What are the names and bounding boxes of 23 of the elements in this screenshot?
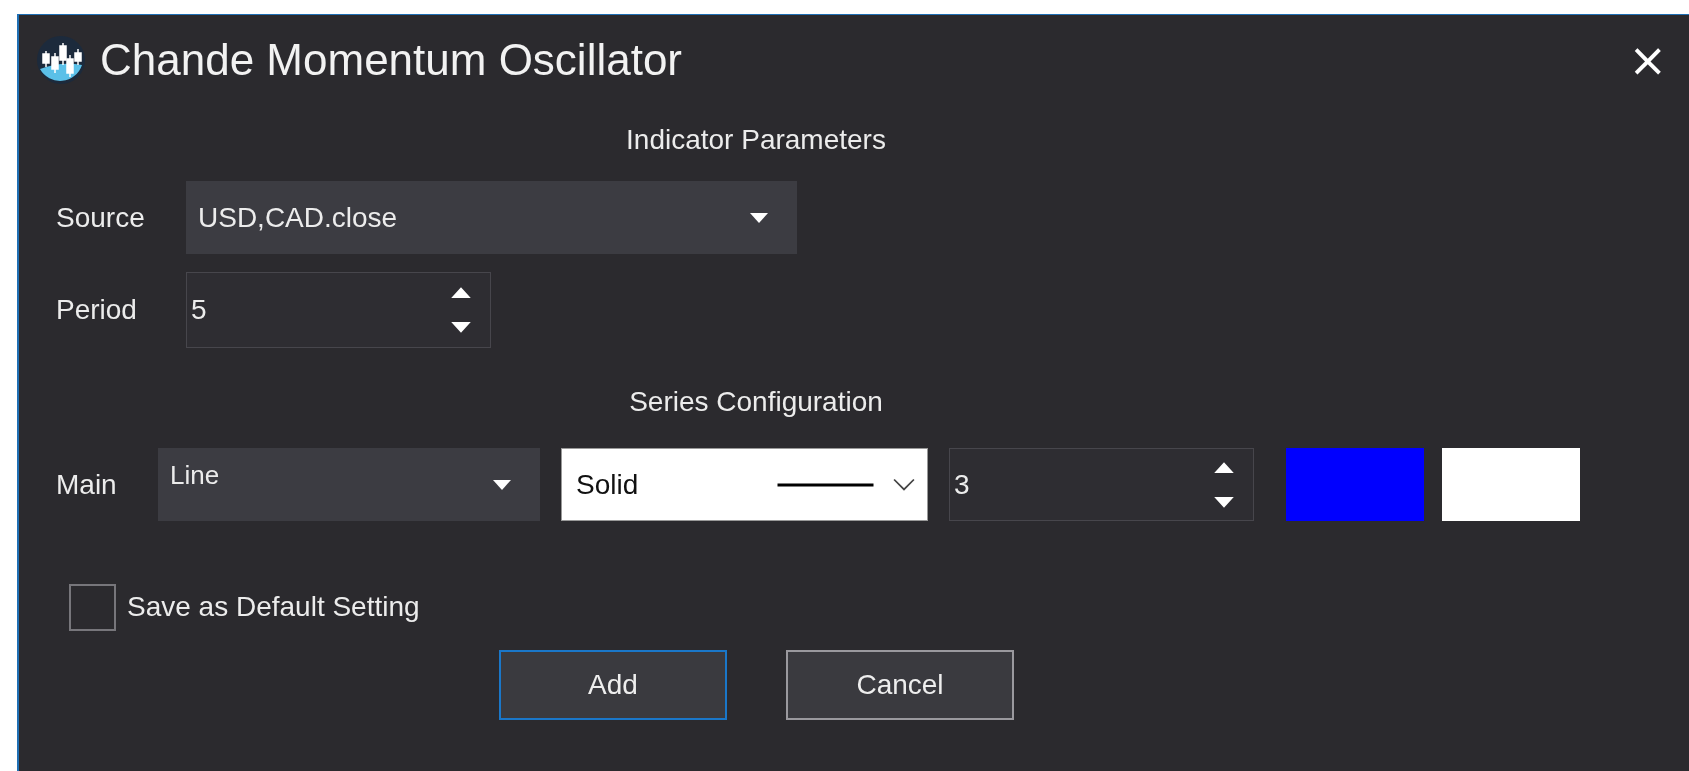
close-button[interactable]: × (1620, 36, 1675, 83)
checkbox[interactable] (69, 583, 116, 631)
section-heading: Indicator Parameters (626, 124, 886, 155)
line-style-dropdown[interactable]: Solid (561, 448, 928, 521)
chevron-icon (893, 477, 915, 492)
window-title: Chande Momentum Oscillator (100, 34, 682, 85)
caret-icon (749, 211, 769, 224)
source-dropdown[interactable]: USD,CAD.close (186, 181, 797, 254)
period-spinbox[interactable]: 5 (186, 272, 491, 348)
color-swatch[interactable] (1442, 448, 1580, 521)
field-label: Period (56, 294, 138, 326)
add-button[interactable]: Add (499, 650, 727, 720)
candlestick-logo-icon (36, 34, 86, 85)
series-type-dropdown[interactable]: Line (158, 448, 540, 521)
color-swatch[interactable] (1286, 448, 1424, 521)
checkbox-label: Save as Default Setting (127, 591, 420, 623)
section-heading: Series Configuration (629, 386, 883, 417)
line-width-spinbox[interactable]: 3 (949, 448, 1254, 521)
series-label: Main (56, 468, 118, 501)
spinner-arrows-icon (450, 285, 472, 335)
cancel-button[interactable]: Cancel (786, 650, 1014, 720)
field-label: Source (56, 201, 146, 234)
caret-icon (492, 478, 512, 491)
